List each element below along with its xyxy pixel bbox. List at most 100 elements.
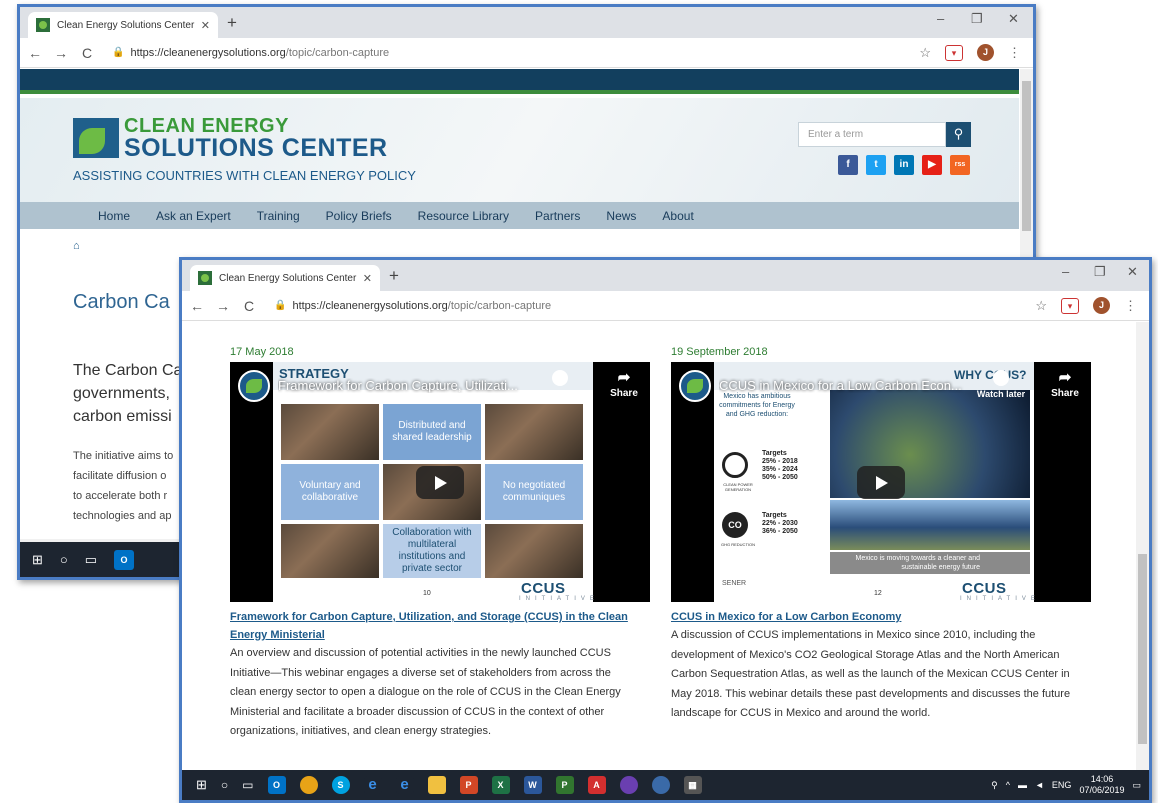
acrobat-icon[interactable]: A bbox=[587, 776, 606, 794]
file-explorer-icon[interactable] bbox=[427, 776, 446, 794]
site-logo-icon[interactable] bbox=[73, 118, 119, 158]
video-player[interactable]: STRATEGY Distributed and shared leadersh… bbox=[230, 362, 650, 602]
new-tab-button[interactable]: + bbox=[227, 13, 237, 33]
outlook-icon[interactable]: O bbox=[114, 549, 135, 570]
youtube-icon[interactable]: ▶ bbox=[922, 155, 942, 175]
search-icon[interactable]: ○ bbox=[221, 778, 228, 792]
channel-avatar[interactable] bbox=[679, 370, 711, 402]
webinar-card: 17 May 2018 STRATEGY Distributed and sha… bbox=[230, 346, 650, 742]
skype-icon[interactable]: S bbox=[331, 776, 350, 794]
logo-text-line2[interactable]: SOLUTIONS CENTER bbox=[124, 134, 388, 163]
forward-arrow-icon[interactable]: → bbox=[50, 45, 72, 61]
nav-training[interactable]: Training bbox=[257, 209, 300, 223]
watch-later-button[interactable]: Watch later bbox=[530, 370, 590, 399]
settings-app-icon[interactable] bbox=[651, 776, 670, 794]
task-view-icon[interactable]: ▭ bbox=[242, 778, 253, 792]
facebook-icon[interactable]: f bbox=[838, 155, 858, 175]
bookmark-star-icon[interactable]: ☆ bbox=[919, 45, 931, 61]
nav-resource-library[interactable]: Resource Library bbox=[418, 209, 509, 223]
browser-tab[interactable]: Clean Energy Solutions Center | C ✕ bbox=[190, 265, 380, 291]
reload-icon[interactable]: C bbox=[238, 298, 260, 314]
word-icon[interactable]: W bbox=[523, 776, 542, 794]
volume-icon[interactable]: ◄ bbox=[1035, 780, 1044, 790]
watch-later-button[interactable]: Watch later bbox=[971, 370, 1031, 399]
address-bar[interactable]: https://cleanenergysolutions.org/topic/c… bbox=[292, 300, 551, 312]
rss-icon[interactable]: rss bbox=[950, 155, 970, 175]
twitter-icon[interactable]: t bbox=[866, 155, 886, 175]
lock-icon[interactable]: 🔒 bbox=[112, 47, 124, 58]
browser-tab[interactable]: Clean Energy Solutions Center | C ✕ bbox=[28, 12, 218, 38]
profile-avatar[interactable]: J bbox=[1093, 297, 1110, 314]
powerpoint-icon[interactable]: P bbox=[459, 776, 478, 794]
nav-news[interactable]: News bbox=[606, 209, 636, 223]
pocket-extension-icon[interactable]: ▾ bbox=[1061, 297, 1079, 314]
nav-ask-an-expert[interactable]: Ask an Expert bbox=[156, 209, 231, 223]
windows-start-icon[interactable]: ⊞ bbox=[32, 552, 43, 568]
new-tab-button[interactable]: + bbox=[389, 266, 399, 286]
project-icon[interactable]: P bbox=[555, 776, 574, 794]
forward-arrow-icon[interactable]: → bbox=[212, 298, 234, 314]
share-button[interactable]: ➦ Share bbox=[604, 370, 644, 400]
calculator-icon[interactable]: ▦ bbox=[683, 776, 702, 794]
people-icon[interactable]: ⚲ bbox=[991, 780, 998, 791]
sener-logo: SENER bbox=[722, 580, 747, 587]
body-line: facilitate diffusion o bbox=[73, 470, 167, 482]
video-title[interactable]: CCUS in Mexico for a Low Carbon Econ... bbox=[719, 378, 969, 393]
restore-button[interactable]: ❐ bbox=[971, 11, 983, 27]
browser-toolbar: ← → C 🔒 https://cleanenergysolutions.org… bbox=[182, 291, 1149, 321]
edge-icon[interactable]: e bbox=[395, 776, 414, 794]
minimize-button[interactable]: – bbox=[937, 11, 944, 26]
tab-close-icon[interactable]: ✕ bbox=[201, 19, 210, 32]
vertical-scrollbar[interactable] bbox=[1136, 322, 1149, 770]
network-icon[interactable]: ▬ bbox=[1018, 780, 1027, 790]
video-player[interactable]: WHY CCUS? Mexico has ambitious commitmen… bbox=[671, 362, 1091, 602]
address-bar[interactable]: https://cleanenergysolutions.org/topic/c… bbox=[130, 47, 389, 59]
webinar-title-link[interactable]: Framework for Carbon Capture, Utilizatio… bbox=[230, 608, 650, 644]
site-tagline: ASSISTING COUNTRIES WITH CLEAN ENERGY PO… bbox=[73, 168, 416, 183]
media-app-icon[interactable] bbox=[619, 776, 638, 794]
minimize-button[interactable]: – bbox=[1062, 264, 1069, 279]
window-close-button[interactable]: ✕ bbox=[1008, 11, 1019, 27]
browser-menu-icon[interactable]: ⋮ bbox=[1008, 45, 1021, 61]
task-view-icon[interactable]: ▭ bbox=[85, 552, 97, 568]
nav-partners[interactable]: Partners bbox=[535, 209, 580, 223]
scrollbar-thumb[interactable] bbox=[1138, 554, 1147, 744]
search-input[interactable]: Enter a term bbox=[798, 122, 946, 147]
window-close-button[interactable]: ✕ bbox=[1127, 264, 1138, 280]
reload-icon[interactable]: C bbox=[76, 45, 98, 61]
clock[interactable]: 14:06 07/06/2019 bbox=[1079, 774, 1124, 796]
nav-about[interactable]: About bbox=[662, 209, 693, 223]
nav-policy-briefs[interactable]: Policy Briefs bbox=[326, 209, 392, 223]
back-arrow-icon[interactable]: ← bbox=[24, 45, 46, 61]
play-button-icon[interactable] bbox=[416, 466, 464, 499]
share-button[interactable]: ➦ Share bbox=[1045, 370, 1085, 400]
tab-close-icon[interactable]: ✕ bbox=[363, 272, 372, 285]
search-icon[interactable]: ○ bbox=[60, 552, 68, 567]
notification-icon[interactable]: ▭ bbox=[1132, 780, 1141, 791]
excel-icon[interactable]: X bbox=[491, 776, 510, 794]
play-button-icon[interactable] bbox=[857, 466, 905, 499]
scrollbar-thumb[interactable] bbox=[1022, 81, 1031, 231]
nav-home[interactable]: Home bbox=[98, 209, 130, 223]
video-title[interactable]: Framework for Carbon Capture, Utilizati.… bbox=[278, 378, 528, 393]
internet-explorer-icon[interactable]: e bbox=[363, 776, 382, 794]
pocket-extension-icon[interactable]: ▾ bbox=[945, 44, 963, 61]
bookmark-star-icon[interactable]: ☆ bbox=[1035, 298, 1047, 314]
desc-line: Carbon Sequestration Atlas, as well as t… bbox=[671, 668, 1070, 680]
windows-start-icon[interactable]: ⊞ bbox=[196, 777, 207, 793]
webinar-title-link[interactable]: CCUS in Mexico for a Low Carbon Economy bbox=[671, 608, 1091, 626]
profile-avatar[interactable]: J bbox=[977, 44, 994, 61]
search-icon[interactable]: ⚲ bbox=[946, 122, 971, 147]
breadcrumb-home-icon[interactable]: ⌂ bbox=[73, 240, 80, 252]
language-indicator[interactable]: ENG bbox=[1052, 780, 1072, 790]
outlook-icon[interactable]: O bbox=[267, 776, 286, 794]
browser-menu-icon[interactable]: ⋮ bbox=[1124, 298, 1137, 314]
linkedin-icon[interactable]: in bbox=[894, 155, 914, 175]
channel-avatar[interactable] bbox=[238, 370, 270, 402]
restore-button[interactable]: ❐ bbox=[1094, 264, 1106, 280]
lock-icon[interactable]: 🔒 bbox=[274, 300, 286, 311]
slide-page-number: 12 bbox=[874, 590, 882, 597]
chrome-icon[interactable] bbox=[299, 776, 318, 794]
tray-chevron-icon[interactable]: ^ bbox=[1006, 780, 1010, 790]
back-arrow-icon[interactable]: ← bbox=[186, 298, 208, 314]
